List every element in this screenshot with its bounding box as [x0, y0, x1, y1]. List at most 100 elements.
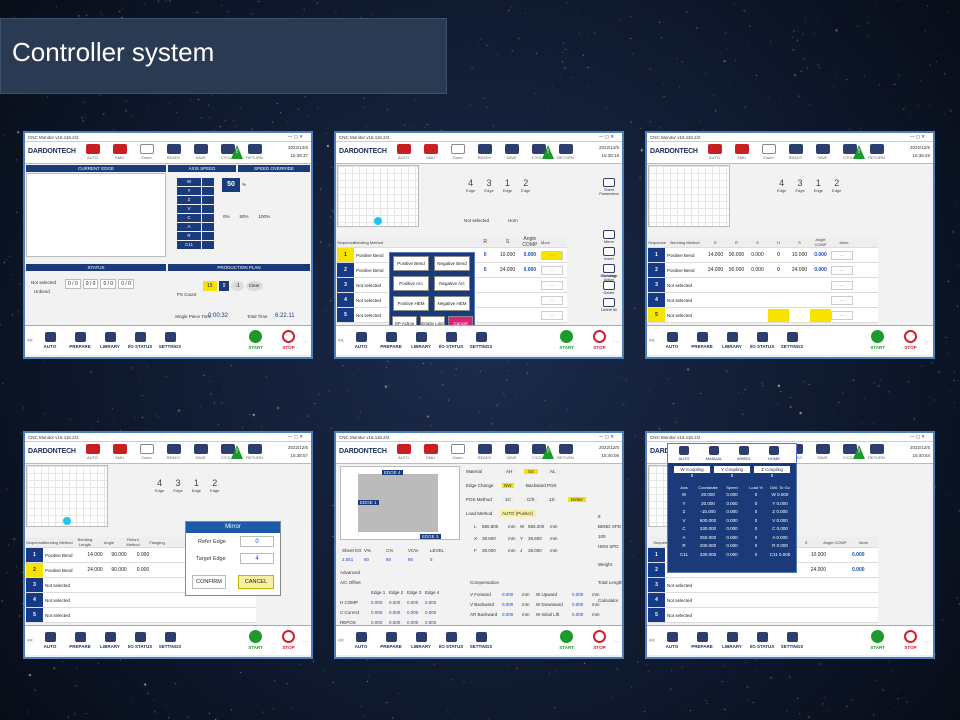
edge-sequence-item[interactable]: 2 Edge [210, 478, 219, 493]
menu-negative-arc[interactable]: Negative Arc [434, 276, 470, 291]
stop-button[interactable]: STOP [904, 630, 917, 650]
more-button[interactable]: ... [925, 638, 930, 644]
toolbar-save[interactable]: SAVE [187, 442, 214, 460]
toolbar-return[interactable]: RETURN [552, 442, 579, 460]
right-0[interactable]: 9 [598, 514, 601, 519]
ps-count-button[interactable]: PS Count [177, 292, 196, 297]
toolbar-smu[interactable]: SMU [417, 442, 444, 460]
collapse-button[interactable]: << [649, 638, 655, 644]
edge-sequence-item[interactable]: 4 Edge [777, 178, 786, 193]
pos-option[interactable]: 1S [546, 497, 558, 502]
mode-manual[interactable]: MANUAL [702, 446, 726, 461]
more-button[interactable]: ... [614, 638, 619, 644]
more-dropdown[interactable]: ... [540, 310, 563, 320]
stop-button[interactable]: STOP [593, 630, 606, 650]
more-dropdown[interactable]: ... [540, 250, 563, 260]
minus-one-button[interactable]: -1 [231, 281, 244, 291]
bending-method[interactable]: Not selected [354, 283, 394, 288]
bending-method[interactable]: Not selected [354, 313, 394, 318]
toolbar-auto[interactable]: AUTO [390, 442, 417, 460]
table-row[interactable]: 5 Not selected [648, 608, 878, 623]
nav-iostatus[interactable]: I/O STATUS [125, 332, 155, 349]
sheet-parameters-button[interactable]: Sheet Parameters [598, 178, 620, 196]
dim-value[interactable]: 38.000 [528, 548, 542, 553]
more-dropdown[interactable]: ... [540, 295, 563, 305]
mode-home[interactable]: HOME [762, 446, 786, 461]
toolbar-zoom[interactable]: Zoom [133, 142, 160, 160]
toolbar-return[interactable]: RETURN [241, 442, 268, 460]
bending-method[interactable]: Not selected [354, 298, 394, 303]
mode-auto[interactable]: AUTO [672, 446, 696, 461]
more-dropdown[interactable]: ... [831, 250, 853, 260]
table-row[interactable]: 5 Not selected... [648, 308, 878, 323]
comp-value[interactable]: 0.000 [572, 612, 583, 617]
nav-iostatus[interactable]: I/O STATUS [747, 632, 777, 649]
toolbar-smu[interactable]: SMU [106, 442, 133, 460]
toolbar-auto[interactable]: AUTO [79, 442, 106, 460]
nav-settings[interactable]: SETTINGS [466, 632, 496, 649]
nav-auto[interactable]: AUTO [346, 332, 376, 349]
more-button[interactable]: ... [303, 338, 308, 344]
toolbar-return[interactable]: RETURN [863, 442, 890, 460]
coupling-button[interactable]: Z Coupling 0 [754, 466, 790, 478]
edge-sequence-item[interactable]: 4 Edge [155, 478, 164, 493]
more-button[interactable]: ... [925, 338, 930, 344]
dim-value[interactable]: 555.200 [528, 524, 544, 529]
edge-sequence-item[interactable]: 1 Edge [814, 178, 823, 193]
start-button[interactable]: START [248, 630, 263, 650]
more-dropdown[interactable]: ... [831, 310, 853, 320]
start-button[interactable]: START [870, 630, 885, 650]
table-row[interactable]: 4 Not selected [648, 593, 878, 608]
table-row[interactable]: 3 Not selected... [648, 278, 878, 293]
more-button[interactable]: ... [614, 338, 619, 344]
stop-button[interactable]: STOP [282, 330, 295, 350]
more-dropdown[interactable]: ... [540, 265, 563, 275]
refer-edge-input[interactable]: 0 [240, 536, 274, 547]
menu-negative-bend[interactable]: Negative Bend [434, 256, 470, 271]
nav-auto[interactable]: AUTO [35, 332, 65, 349]
toolbar-return[interactable]: RETURN [552, 142, 579, 160]
table-row[interactable]: 5 Not selected [26, 608, 256, 623]
adv-value[interactable]: 0.000 [389, 600, 400, 605]
toolbar-save[interactable]: SAVE [498, 142, 525, 160]
alarm-icon[interactable] [542, 145, 554, 159]
menu-positive-arc[interactable]: Positive Arc [393, 276, 429, 291]
plan-total[interactable]: 15 [203, 281, 217, 291]
more-dropdown[interactable]: ... [831, 295, 853, 305]
alarm-icon[interactable] [231, 445, 243, 459]
alarm-icon[interactable] [542, 445, 554, 459]
stop-button[interactable]: STOP [593, 330, 606, 350]
dim-value[interactable]: 38.000 [482, 548, 496, 553]
edge-sequence-item[interactable]: 2 Edge [832, 178, 841, 193]
mode-wheel[interactable]: WHEEL [732, 446, 756, 461]
toolbar-ready[interactable]: READY [160, 142, 187, 160]
edge-change-option[interactable]: NW [502, 483, 514, 488]
toolbar-save[interactable]: SAVE [187, 142, 214, 160]
edge-sequence-item[interactable]: 2 Edge [521, 178, 530, 193]
side-delete-all-button[interactable]: Delete All [598, 298, 620, 312]
nav-iostatus[interactable]: I/O STATUS [125, 632, 155, 649]
adv-value[interactable]: 0.000 [371, 610, 382, 615]
adv-value[interactable]: 0.000 [407, 600, 418, 605]
right-6[interactable]: Calculator [598, 598, 618, 603]
nav-library[interactable]: LIBRARY [717, 632, 747, 649]
nav-library[interactable]: LIBRARY [717, 332, 747, 349]
nav-prepare[interactable]: PREPARE [65, 332, 95, 349]
toolbar-zoom[interactable]: Zoom [444, 442, 471, 460]
comp-value[interactable]: 0.000 [572, 602, 583, 607]
dim-value[interactable]: 38.600 [482, 536, 496, 541]
right-2[interactable]: 100 [598, 534, 606, 539]
comp-value[interactable]: 0.000 [502, 602, 513, 607]
more-dropdown[interactable]: ... [831, 280, 853, 290]
comp-value[interactable]: 0.000 [572, 592, 583, 597]
more-dropdown[interactable]: ... [540, 280, 563, 290]
confirm-button[interactable]: CONFIRM [192, 575, 226, 589]
dim-value[interactable]: 38.600 [528, 536, 542, 541]
nav-library[interactable]: LIBRARY [95, 332, 125, 349]
collapse-button[interactable]: << [338, 338, 344, 344]
nav-settings[interactable]: SETTINGS [155, 332, 185, 349]
material-option[interactable]: SS [524, 469, 539, 474]
alarm-icon[interactable] [853, 145, 865, 159]
menu-positive-hem[interactable]: Positive HEM [393, 296, 429, 311]
load-method-select[interactable]: AUTO (Pusher) [499, 510, 536, 517]
